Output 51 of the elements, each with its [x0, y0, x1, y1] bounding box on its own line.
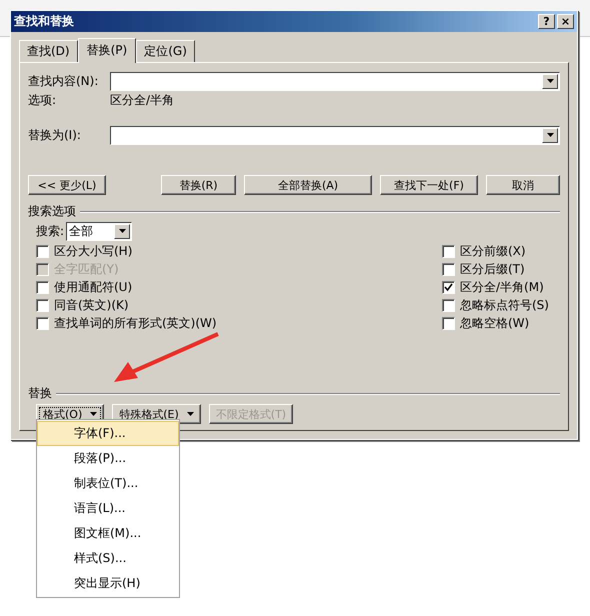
section-label: 替换 [28, 385, 52, 402]
action-button[interactable]: 替换(R) [161, 175, 236, 195]
menu-item[interactable]: 字体(F)... [37, 421, 179, 446]
checkbox[interactable] [442, 244, 455, 258]
checkbox-label: 使用通配符(U) [54, 278, 132, 296]
replace-label: 替换为(I): [28, 126, 82, 144]
checkbox-label: 查找单词的所有形式(英文)(W) [54, 314, 217, 332]
menu-item[interactable]: 样式(S)... [37, 546, 179, 571]
tab[interactable]: 定位(G) [136, 40, 195, 62]
action-button[interactable]: 全部替换(A) [244, 175, 372, 195]
search-label: 搜索: [36, 222, 64, 240]
arrow-icon [114, 332, 220, 384]
caret-icon [118, 229, 126, 233]
checkbox[interactable] [36, 316, 49, 330]
checkbox-label: 区分后缀(T) [460, 260, 525, 278]
checkbox[interactable] [442, 280, 455, 294]
find-field[interactable] [110, 72, 560, 90]
checkbox[interactable] [36, 280, 49, 294]
help-button[interactable]: ? [538, 14, 555, 29]
menu-item[interactable]: 制表位(T)... [37, 471, 179, 496]
caret-icon [546, 133, 554, 137]
action-button[interactable]: 查找下一处(F) [380, 175, 478, 195]
less-button[interactable]: << 更少(L) [28, 175, 106, 195]
close-button[interactable]: × [557, 14, 574, 29]
checkbox[interactable] [442, 298, 455, 312]
section-label: 搜索选项 [28, 203, 76, 220]
menu-item[interactable]: 突出显示(H) [37, 571, 179, 596]
checkbox-label: 忽略空格(W) [460, 314, 530, 332]
checkbox-label: 区分前缀(X) [460, 242, 526, 260]
checkbox-label: 同音(英文)(K) [54, 296, 129, 314]
options-value: 区分全/半角 [110, 92, 174, 108]
caret-icon [546, 79, 554, 83]
checkbox-label: 忽略标点符号(S) [460, 296, 549, 314]
search-select[interactable]: 全部 [66, 222, 132, 240]
checkbox-label: 区分全/半角(M) [460, 278, 544, 296]
replace-field[interactable] [110, 126, 560, 144]
find-label: 查找内容(N): [28, 72, 100, 90]
menu-item[interactable]: 图文框(M)... [37, 521, 179, 546]
menu-item[interactable]: 段落(P)... [37, 446, 179, 471]
tab[interactable]: 查找(D) [19, 40, 78, 62]
menu-item[interactable]: 语言(L)... [37, 496, 179, 521]
checkbox[interactable] [442, 316, 455, 330]
action-button[interactable]: 取消 [486, 175, 560, 195]
tab[interactable]: 替换(P) [78, 38, 136, 63]
options-label: 选项: [28, 92, 58, 108]
checkbox-label: 全字匹配(Y) [54, 260, 119, 278]
window-title: 查找和替换 [14, 13, 75, 30]
checkbox[interactable] [36, 298, 49, 312]
checkbox[interactable] [36, 244, 49, 258]
checkbox-label: 区分大小写(H) [54, 242, 132, 260]
checkbox[interactable] [442, 262, 455, 276]
